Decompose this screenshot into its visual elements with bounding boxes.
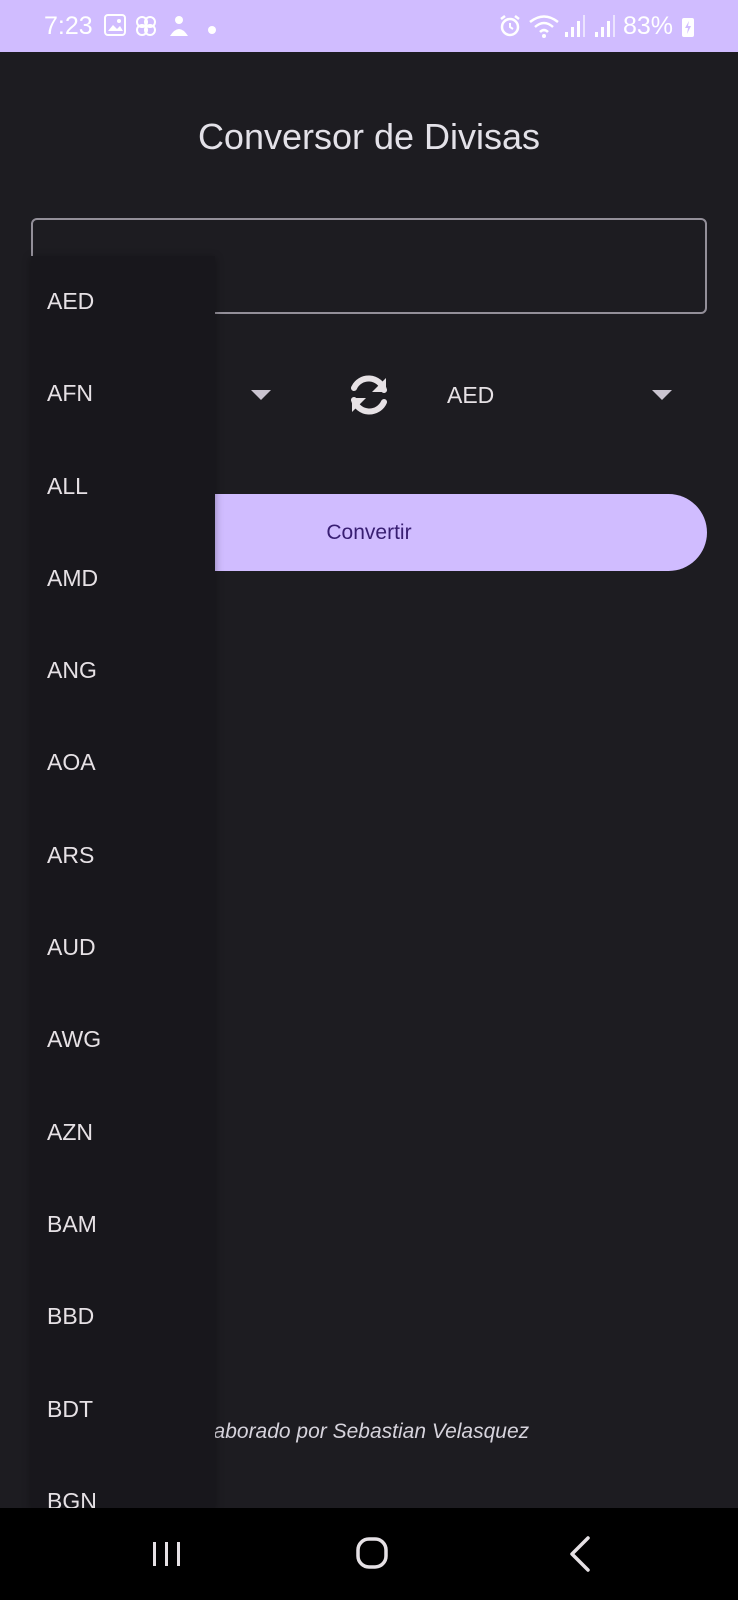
wifi-icon — [528, 14, 560, 43]
dropdown-option[interactable]: AMD — [31, 533, 215, 625]
option-label: ARS — [47, 841, 95, 868]
recent-apps-icon — [153, 1542, 180, 1566]
dropdown-option[interactable]: BDT — [31, 1364, 215, 1456]
swap-button[interactable] — [344, 370, 394, 420]
dropdown-option[interactable]: AFN — [31, 348, 215, 440]
recent-apps-button[interactable] — [145, 1532, 189, 1576]
to-currency-select[interactable]: AED — [447, 370, 677, 420]
dropdown-option[interactable]: BGN — [31, 1456, 215, 1508]
status-bar: 7:23 83% — [0, 0, 738, 52]
dropdown-option[interactable]: BAM — [31, 1179, 215, 1271]
currency-dropdown-menu[interactable]: AED AFN ALL AMD ANG AOA ARS AUD AWG AZN … — [31, 256, 215, 1508]
option-label: BBD — [47, 1303, 95, 1330]
home-button[interactable] — [351, 1532, 395, 1576]
home-icon — [356, 1537, 388, 1569]
back-icon — [570, 1536, 590, 1572]
back-button[interactable] — [560, 1532, 604, 1576]
navigation-bar — [0, 1508, 738, 1600]
dot-icon — [207, 22, 217, 40]
option-label: AOA — [47, 749, 96, 776]
option-label: AED — [47, 288, 95, 314]
chevron-down-icon — [652, 390, 672, 400]
battery-charging-icon — [681, 16, 695, 43]
option-label: BGN — [47, 1487, 97, 1508]
dropdown-option[interactable]: ALL — [31, 441, 215, 533]
dropdown-option[interactable]: AUD — [31, 902, 215, 994]
dropdown-option[interactable]: ARS — [31, 810, 215, 902]
dropdown-option[interactable]: AOA — [31, 717, 215, 809]
battery-level: 83% — [623, 12, 674, 40]
option-label: AFN — [47, 380, 93, 407]
gallery-icon — [104, 14, 126, 41]
option-label: AMD — [47, 564, 99, 591]
page-title: Conversor de Divisas — [197, 116, 541, 157]
to-currency-value: AED — [447, 382, 495, 408]
option-label: AZN — [47, 1118, 93, 1145]
option-label: ANG — [47, 657, 97, 684]
alarm-icon — [498, 14, 522, 43]
signal-icon — [564, 14, 586, 43]
option-label: ALL — [47, 472, 88, 499]
dropdown-option[interactable]: ANG — [31, 625, 215, 717]
option-label: AWG — [47, 1026, 102, 1053]
chevron-down-icon — [251, 390, 271, 400]
status-time: 7:23 — [44, 12, 93, 40]
assistant-icon — [168, 14, 190, 43]
dropdown-option[interactable]: AED — [31, 256, 215, 348]
option-label: BAM — [47, 1210, 97, 1237]
option-label: AUD — [47, 934, 96, 961]
dropdown-option[interactable]: BBD — [31, 1271, 215, 1363]
dropdown-option[interactable]: AZN — [31, 1087, 215, 1179]
refresh-icon — [351, 375, 387, 415]
signal-icon — [594, 14, 616, 43]
dropdown-option[interactable]: AWG — [31, 994, 215, 1086]
pinwheel-icon — [134, 14, 158, 43]
option-label: BDT — [47, 1395, 93, 1422]
